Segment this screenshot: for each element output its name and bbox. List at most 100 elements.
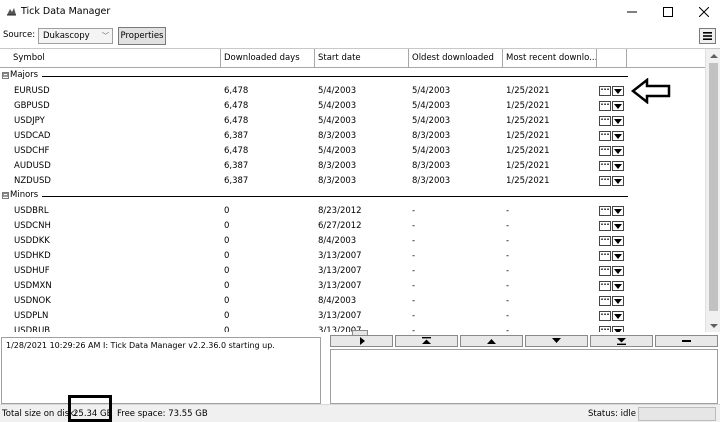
cell-symbol: USDHKD [14, 251, 51, 261]
dropdown-arrow-icon[interactable] [612, 311, 624, 321]
cell-days: 0 [224, 236, 230, 246]
move-up-button[interactable] [460, 335, 523, 347]
table-row[interactable]: USDJPY 6,478 5/4/2003 5/4/2003 1/25/2021 ··· [0, 114, 705, 129]
table-row[interactable]: USDMXN 0 3/13/2007 - - ··· [0, 279, 705, 294]
cell-days: 6,478 [224, 86, 249, 96]
ellipsis-icon[interactable]: ··· [599, 146, 611, 156]
dropdown-arrow-icon[interactable] [612, 131, 624, 141]
title-bar: Tick Data Manager [0, 0, 720, 24]
column-header-actions [597, 49, 627, 67]
start-button[interactable] [330, 335, 393, 347]
cell-start: 8/4/2003 [318, 296, 357, 306]
cell-symbol: USDBRL [14, 206, 49, 216]
maximize-button[interactable] [650, 0, 686, 24]
ellipsis-icon[interactable]: ··· [599, 326, 611, 332]
cell-days: 0 [224, 206, 230, 216]
group-header-minors[interactable]: ⊟ Minors [0, 189, 630, 203]
dropdown-arrow-icon[interactable] [612, 101, 624, 111]
ellipsis-icon[interactable]: ··· [599, 311, 611, 321]
ellipsis-icon[interactable]: ··· [599, 116, 611, 126]
cell-symbol: USDRUB [14, 326, 51, 332]
cell-symbol: EURUSD [14, 86, 50, 96]
ellipsis-icon[interactable]: ··· [599, 86, 611, 96]
ellipsis-icon[interactable]: ··· [599, 266, 611, 276]
ellipsis-icon[interactable]: ··· [599, 281, 611, 291]
grid-header: Symbol Downloaded days Start date Oldest do… [0, 49, 705, 68]
dropdown-arrow-icon[interactable] [612, 251, 624, 261]
dropdown-arrow-icon[interactable] [612, 281, 624, 291]
dropdown-arrow-icon[interactable] [612, 221, 624, 231]
cell-days: 0 [224, 281, 230, 291]
download-queue-panel[interactable] [330, 349, 718, 404]
remove-button[interactable] [655, 335, 718, 347]
cell-days: 0 [224, 221, 230, 231]
dropdown-arrow-icon[interactable] [612, 176, 624, 186]
cell-start: 5/4/2003 [318, 146, 357, 156]
table-row[interactable]: USDCAD 6,387 8/3/2003 8/3/2003 1/25/2021 ··· [0, 129, 705, 144]
scrollbar-thumb[interactable] [709, 63, 718, 311]
ellipsis-icon[interactable]: ··· [599, 161, 611, 171]
ellipsis-icon[interactable]: ··· [599, 221, 611, 231]
ellipsis-icon[interactable]: ··· [599, 176, 611, 186]
dropdown-arrow-icon[interactable] [612, 236, 624, 246]
ellipsis-icon[interactable]: ··· [599, 251, 611, 261]
minimize-button[interactable] [614, 0, 650, 24]
dropdown-arrow-icon[interactable] [612, 326, 624, 332]
table-row[interactable]: USDHUF 0 3/13/2007 - - ··· [0, 264, 705, 279]
table-row[interactable]: USDPLN 0 3/13/2007 - - ··· [0, 309, 705, 324]
log-panel[interactable]: 1/28/2021 10:29:26 AM I: Tick Data Manag… [1, 337, 321, 404]
move-to-top-button[interactable] [395, 335, 458, 347]
move-to-bottom-button[interactable] [590, 335, 653, 347]
table-row[interactable]: NZDUSD 6,387 8/3/2003 8/3/2003 1/25/2021 ··· [0, 174, 705, 189]
table-row[interactable]: USDCNH 0 6/27/2012 - - ··· [0, 219, 705, 234]
table-row[interactable]: GBPUSD 6,478 5/4/2003 5/4/2003 1/25/2021 ··· [0, 99, 705, 114]
close-button[interactable] [686, 0, 720, 24]
collapse-icon[interactable]: ⊟ [2, 72, 9, 79]
collapse-icon[interactable]: ⊟ [2, 192, 9, 199]
move-up-icon [487, 339, 496, 344]
cell-days: 6,387 [224, 161, 249, 171]
ellipsis-icon[interactable]: ··· [599, 206, 611, 216]
cell-symbol: USDCAD [14, 131, 51, 141]
column-header[interactable]: Downloaded days [221, 49, 315, 67]
column-header[interactable]: Symbol [10, 49, 221, 67]
table-row[interactable]: EURUSD 6,478 5/4/2003 5/4/2003 1/25/2021 ··· [0, 84, 705, 99]
cell-oldest: - [412, 326, 416, 332]
cell-start: 3/13/2007 [318, 311, 362, 321]
table-row[interactable]: USDNOK 0 8/4/2003 - - ··· [0, 294, 705, 309]
table-row[interactable]: USDBRL 0 8/23/2012 - - ··· [0, 204, 705, 219]
cell-oldest: 5/4/2003 [412, 146, 451, 156]
ellipsis-icon[interactable]: ··· [599, 131, 611, 141]
scroll-up-icon[interactable] [710, 54, 718, 58]
cell-start: 3/13/2007 [318, 281, 362, 291]
dropdown-arrow-icon[interactable] [612, 86, 624, 96]
ellipsis-icon[interactable]: ··· [599, 236, 611, 246]
properties-button[interactable]: Properties [118, 27, 166, 45]
column-header[interactable]: Most recent downlo... [503, 49, 597, 67]
table-row[interactable]: USDCHF 6,478 5/4/2003 5/4/2003 1/25/2021 ··· [0, 144, 705, 159]
grid-vertical-scrollbar[interactable] [705, 49, 720, 332]
source-select[interactable]: Dukascopy ﹀ [38, 28, 113, 44]
dropdown-arrow-icon[interactable] [612, 266, 624, 276]
table-row[interactable]: AUDUSD 6,387 8/3/2003 8/3/2003 1/25/2021 ··· [0, 159, 705, 174]
group-header-majors[interactable]: ⊟ Majors [0, 69, 630, 83]
ellipsis-icon[interactable]: ··· [599, 101, 611, 111]
dropdown-arrow-icon[interactable] [612, 296, 624, 306]
move-down-button[interactable] [525, 335, 588, 347]
table-row[interactable]: USDHKD 0 3/13/2007 - - ··· [0, 249, 705, 264]
dropdown-arrow-icon[interactable] [612, 161, 624, 171]
dropdown-arrow-icon[interactable] [612, 116, 624, 126]
menu-button[interactable] [699, 28, 716, 44]
column-header[interactable]: Start date [315, 49, 409, 67]
dropdown-arrow-icon[interactable] [612, 206, 624, 216]
cell-start: 8/3/2003 [318, 176, 357, 186]
ellipsis-icon[interactable]: ··· [599, 296, 611, 306]
tdm-app-icon [7, 8, 16, 16]
move-down-icon [552, 338, 561, 343]
column-header[interactable]: Oldest downloaded [409, 49, 503, 67]
cell-recent: - [506, 251, 510, 261]
table-row[interactable]: USDDKK 0 8/4/2003 - - ··· [0, 234, 705, 249]
dropdown-arrow-icon[interactable] [612, 146, 624, 156]
scroll-down-icon[interactable] [710, 324, 718, 328]
cell-start: 8/4/2003 [318, 236, 357, 246]
